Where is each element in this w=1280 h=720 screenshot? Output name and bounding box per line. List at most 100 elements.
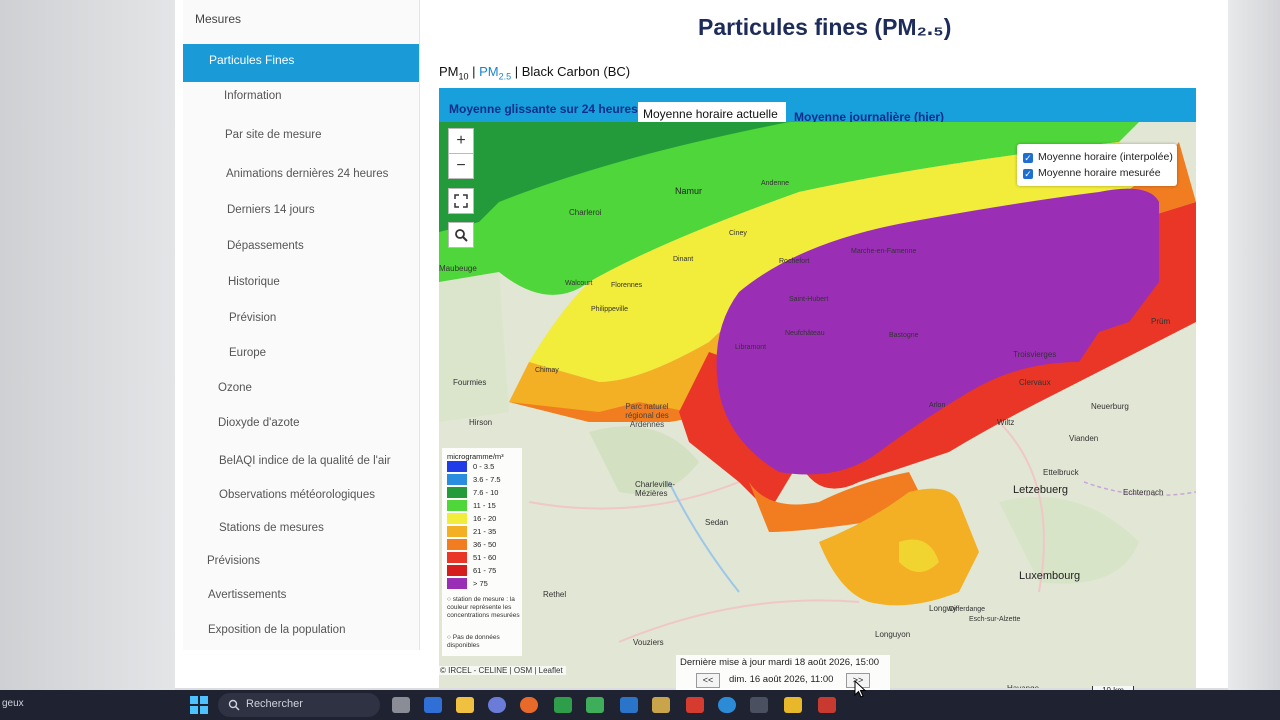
sidebar-item-stations[interactable]: Stations de mesures: [219, 522, 324, 534]
sidebar-item-exposition[interactable]: Exposition de la population: [208, 624, 345, 636]
legend-swatch: [447, 565, 467, 576]
legend-row: 3.6 - 7.5: [447, 474, 501, 486]
windows-start-icon[interactable]: [190, 696, 208, 714]
map-label-prum: Prüm: [1151, 317, 1171, 326]
sidebar-item-belaqi[interactable]: BelAQI indice de la qualité de l'air: [219, 455, 391, 467]
red-app-icon[interactable]: [686, 697, 704, 713]
legend-title: microgramme/m³: [447, 452, 504, 461]
legend-swatch: [447, 474, 467, 485]
pdf-icon[interactable]: [818, 697, 836, 713]
checkbox-icon: ✓: [1023, 153, 1033, 163]
excel-icon[interactable]: [554, 697, 572, 713]
map-label-fourmies: Fourmies: [453, 378, 487, 387]
legend-swatch: [447, 461, 467, 472]
map-label-marche: Marche-en-Famenne: [851, 248, 917, 255]
folder-icon[interactable]: [784, 697, 802, 713]
sidebar-item-avertissements[interactable]: Avertissements: [208, 589, 286, 601]
map-label-saint-hubert: Saint-Hubert: [789, 296, 829, 303]
legend-note-nodata: ○ Pas de données disponibles: [447, 634, 500, 649]
pollution-map[interactable]: Namur Charleroi Charleville- Mézières Sed…: [439, 122, 1196, 688]
map-label-walcourt: Walcourt: [565, 280, 593, 287]
legend-row: 11 - 15: [447, 500, 496, 512]
map-label-letzebuerg: Letzebuerg: [1013, 484, 1069, 496]
map-label-charleroi: Charleroi: [569, 208, 602, 217]
legend-row: > 75: [447, 578, 488, 590]
sidebar-header[interactable]: Mesures: [195, 12, 241, 26]
outlook-icon[interactable]: [424, 697, 442, 713]
map-canvas: [439, 122, 1196, 688]
grid-app-icon[interactable]: [586, 697, 604, 713]
legend-row: 51 - 60: [447, 552, 496, 564]
map-label-sedan: Sedan: [705, 518, 729, 527]
legend-swatch: [447, 539, 467, 550]
edge-icon[interactable]: [718, 697, 736, 713]
map-label-dinant: Dinant: [673, 256, 694, 263]
fullscreen-icon[interactable]: [448, 188, 474, 214]
sidebar-item-particules-fines[interactable]: Particules Fines: [183, 44, 419, 82]
tab-moyenne-horaire[interactable]: Moyenne horaire actuelle: [638, 102, 786, 124]
sidebar-item-animations[interactable]: Animations dernières 24 heures: [226, 168, 388, 180]
sidebar-item-dioxyde[interactable]: Dioxyde d'azote: [218, 417, 299, 429]
sidebar-item-previsions[interactable]: Prévisions: [207, 555, 260, 567]
sidebar-item-observations[interactable]: Observations météorologiques: [219, 489, 375, 501]
pm10-link[interactable]: PM10: [439, 64, 469, 82]
map-label-luxembourg: Luxembourg: [1019, 570, 1081, 582]
legend-swatch: [447, 487, 467, 498]
map-label-vianden: Vianden: [1069, 434, 1099, 443]
map-label-echternach: Echternach: [1123, 488, 1164, 497]
sidebar-item-par-site[interactable]: Par site de mesure: [225, 129, 322, 141]
sidebar-item-depassements[interactable]: Dépassements: [227, 240, 304, 252]
pm25-link[interactable]: PM2.5: [479, 64, 511, 82]
legend-note-station: ○ station de mesure : la couleur représe…: [447, 596, 520, 619]
sidebar-item-ozone[interactable]: Ozone: [218, 382, 252, 394]
legend-swatch: [447, 552, 467, 563]
prev-time-button[interactable]: <<: [696, 673, 720, 688]
taskbar-search[interactable]: Rechercher: [218, 693, 380, 717]
legend-row: 61 - 75: [447, 565, 496, 577]
vscode-icon[interactable]: [620, 697, 638, 713]
file-explorer-icon[interactable]: [456, 697, 474, 713]
sidebar-item-information[interactable]: Information: [224, 90, 282, 102]
desktop-right: [1228, 0, 1280, 690]
separator: |: [468, 64, 480, 79]
app-icon[interactable]: [488, 697, 506, 713]
task-view-icon[interactable]: [392, 697, 410, 713]
sidebar-item-14-jours[interactable]: Derniers 14 jours: [227, 204, 315, 216]
map-label-vouziers: Vouziers: [633, 638, 664, 647]
zoom-in-button[interactable]: +: [448, 128, 474, 154]
layer-measured[interactable]: ✓ Moyenne horaire mesurée: [1023, 167, 1161, 179]
legend-row: 36 - 50: [447, 539, 496, 551]
layer-interpolated[interactable]: ✓ Moyenne horaire (interpolée): [1023, 151, 1173, 163]
legend-row: 16 - 20: [447, 513, 496, 525]
legend-swatch: [447, 513, 467, 524]
map-attribution[interactable]: © IRCEL - CELINE | OSM | Leaflet: [437, 666, 566, 675]
bc-link[interactable]: Black Carbon (BC): [522, 64, 630, 79]
map-label-libramont: Libramont: [735, 344, 767, 351]
zoom-out-button[interactable]: −: [448, 153, 474, 179]
sidebar: [183, 0, 420, 650]
current-time-text: dim. 16 août 2026, 11:00: [729, 674, 834, 685]
map-label-neufchateau: Neufchâteau: [785, 330, 825, 337]
map-label-namur: Namur: [675, 186, 703, 196]
search-icon: [228, 699, 240, 711]
search-icon[interactable]: [448, 222, 474, 248]
map-label-bastogne: Bastogne: [889, 332, 919, 339]
legend-row: 7.6 - 10: [447, 487, 498, 499]
tab-moyenne-glissante[interactable]: Moyenne glissante sur 24 heures: [449, 102, 638, 116]
last-update-text: Dernière mise à jour mardi 18 août 2026,…: [680, 657, 880, 668]
map-label-arlon: Arlon: [929, 402, 946, 409]
map-label-ciney: Ciney: [729, 230, 747, 237]
sidebar-item-europe[interactable]: Europe: [229, 347, 266, 359]
map-label-rethel: Rethel: [543, 590, 567, 599]
firefox-icon[interactable]: [520, 697, 538, 713]
map-label-florennes: Florennes: [611, 282, 643, 289]
notes-icon[interactable]: [652, 697, 670, 713]
sidebar-item-historique[interactable]: Historique: [228, 276, 280, 288]
map-legend: microgramme/m³ 0 - 3.5 3.6 - 7.5 7.6 - 1…: [442, 448, 522, 656]
map-label-andenne: Andenne: [761, 180, 790, 187]
map-label-clervaux: Clervaux: [1019, 378, 1051, 387]
map-label-differdange: Differdange: [949, 606, 986, 613]
map-label-neuerburg: Neuerburg: [1091, 402, 1129, 411]
sidebar-item-prevision[interactable]: Prévision: [229, 312, 276, 324]
dark-app-icon[interactable]: [750, 697, 768, 713]
